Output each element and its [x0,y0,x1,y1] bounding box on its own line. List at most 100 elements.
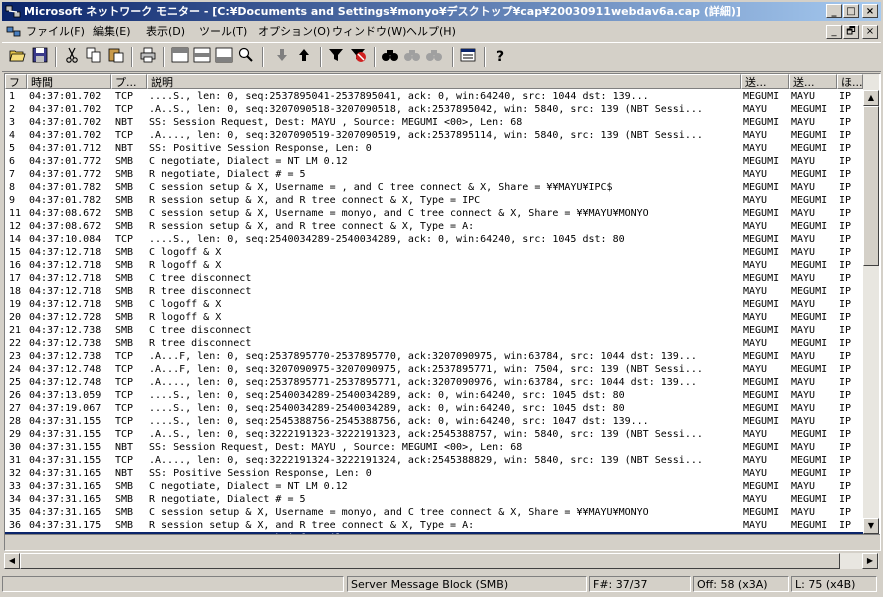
table-row[interactable]: 33 04:37:31.165 SMB C negotiate, Dialect = … [5,480,863,493]
menu-file[interactable]: ファイル(F) [26,22,85,41]
row-other-cell: IP [839,143,852,154]
table-row[interactable]: 16 04:37:12.718 SMB R logoff & X MAYU MEGUMI I… [5,259,863,272]
column-header-description[interactable]: 説明 [147,74,741,89]
minimize-button[interactable]: _ [826,4,842,18]
menu-help[interactable]: ヘルプ(H) [406,22,456,41]
row-frame-cell: 14 [9,234,22,245]
hscroll-thumb[interactable] [20,553,840,569]
title-bar[interactable]: Microsoft ネットワーク モニター - [C:¥Documents an… [2,2,881,21]
table-row[interactable]: 22 04:37:12.738 SMB R tree disconnect MAYU ME… [5,337,863,350]
row-time-cell: 04:37:12.718 [29,247,102,258]
menu-window[interactable]: ウィンドウ(W) [332,22,406,41]
column-header-frame[interactable]: フ [5,74,27,89]
row-src-cell: MEGUMI [743,325,780,336]
copy-icon[interactable] [84,47,104,67]
column-header-other[interactable]: ほ... [837,74,863,89]
hex-pane-icon[interactable] [214,47,234,67]
arrow-down-icon[interactable] [272,47,292,67]
column-header-protocol[interactable]: プ... [111,74,147,89]
mdi-close-button[interactable]: × [862,25,878,39]
cut-icon[interactable] [62,47,82,67]
save-icon[interactable] [30,47,50,67]
row-frame-cell: 26 [9,390,22,401]
maximize-button[interactable]: □ [843,4,859,18]
table-row[interactable]: 29 04:37:31.155 TCP .A..S., len: 0, seq:322… [5,428,863,441]
table-row[interactable]: 1 04:37:01.702 TCP ....S., len: 0, seq:2537… [5,90,863,103]
scroll-down-button[interactable]: ▼ [863,518,879,534]
document-icon[interactable] [6,24,22,39]
table-row[interactable]: 2 04:37:01.702 TCP .A..S., len: 0, seq:3207… [5,103,863,116]
table-row[interactable]: 24 04:37:12.748 TCP .A...F, len: 0, seq:320… [5,363,863,376]
row-dst-cell: MEGUMI [791,429,828,440]
table-row[interactable]: 35 04:37:31.165 SMB C session setup & X, Us… [5,506,863,519]
menu-edit[interactable]: 編集(E) [93,22,131,41]
table-row[interactable]: 30 04:37:31.155 NBT SS: Session Request, De… [5,441,863,454]
detail-pane-icon[interactable] [192,47,212,67]
table-row[interactable]: 28 04:37:31.155 TCP ....S., len: 0, seq:254… [5,415,863,428]
mdi-restore-button[interactable]: 🗗 [843,25,859,39]
table-row[interactable]: 3 04:37:01.702 NBT SS: Session Request, Des… [5,116,863,129]
row-protocol-cell: SMB [115,299,134,310]
table-row[interactable]: 26 04:37:13.059 TCP ....S., len: 0, seq:254… [5,389,863,402]
row-protocol-cell: TCP [115,416,134,427]
table-row[interactable]: 21 04:37:12.738 SMB C tree disconnect MEGUMI… [5,324,863,337]
table-row[interactable]: 31 04:37:31.155 TCP .A...., len: 0, seq:322… [5,454,863,467]
row-description-cell: .A...., len: 0, seq:3207090519-320709051… [149,130,703,141]
row-other-cell: IP [839,247,852,258]
zoom-icon[interactable] [236,47,256,67]
toolbar-separator [452,47,454,67]
table-row[interactable]: 6 04:37:01.772 SMB C negotiate, Dialect = N… [5,155,863,168]
menu-options[interactable]: オプション(O) [258,22,330,41]
table-row[interactable]: 7 04:37:01.772 SMB R negotiate, Dialect # =… [5,168,863,181]
filter-icon[interactable] [326,47,346,67]
column-header-dst-address[interactable]: 送... [789,74,837,89]
help-icon[interactable]: ? [490,47,510,67]
table-row[interactable]: 36 04:37:31.175 SMB R session setup & X, an… [5,519,863,532]
find-prev-icon[interactable] [402,47,422,67]
scroll-right-button[interactable]: ▶ [862,553,878,569]
table-row[interactable]: 15 04:37:12.718 SMB C logoff & X MEGUMI MAYU I… [5,246,863,259]
frame-list-pane[interactable]: フ 時間 プ... 説明 送... 送... ほ... 1 04:37:01.70… [4,73,881,551]
table-row[interactable]: 4 04:37:01.702 TCP .A...., len: 0, seq:3207… [5,129,863,142]
close-button[interactable]: × [862,4,878,18]
menu-tools[interactable]: ツール(T) [199,22,247,41]
summary-pane-icon[interactable] [170,47,190,67]
scroll-left-button[interactable]: ◀ [4,553,20,569]
table-row[interactable]: 20 04:37:12.728 SMB R logoff & X MAYU MEGUMI I… [5,311,863,324]
open-icon[interactable] [8,47,28,67]
table-row[interactable]: 23 04:37:12.738 TCP .A...F, len: 0, seq:253… [5,350,863,363]
row-time-cell: 04:37:31.165 [29,468,102,479]
netmon-app-icon[interactable] [5,4,21,19]
scroll-thumb[interactable] [863,106,879,266]
table-row[interactable]: 8 04:37:01.782 SMB C session setup & X, Use… [5,181,863,194]
vertical-scrollbar[interactable]: ▲ ▼ [863,74,879,534]
table-row[interactable]: 18 04:37:12.718 SMB R tree disconnect MAYU ME… [5,285,863,298]
column-header-src-address[interactable]: 送... [741,74,789,89]
print-icon[interactable] [138,47,158,67]
row-description-cell: SS: Session Request, Dest: MAYU , Source… [149,117,523,128]
arrow-up-icon[interactable] [294,47,314,67]
mdi-minimize-button[interactable]: _ [826,25,842,39]
pane-splitter[interactable] [5,534,880,550]
column-header-time[interactable]: 時間 [27,74,111,89]
horizontal-scrollbar[interactable]: ◀ ▶ [4,553,879,569]
table-row[interactable]: 5 04:37:01.712 NBT SS: Positive Session Res… [5,142,863,155]
paste-icon[interactable] [106,47,126,67]
row-frame-cell: 8 [9,182,16,193]
table-row[interactable]: 34 04:37:31.165 SMB R negotiate, Dialect # … [5,493,863,506]
table-row[interactable]: 27 04:37:19.067 TCP ....S., len: 0, seq:254… [5,402,863,415]
table-row[interactable]: 17 04:37:12.718 SMB C tree disconnect MEGUMI… [5,272,863,285]
scroll-up-button[interactable]: ▲ [863,90,879,106]
table-row[interactable]: 32 04:37:31.165 NBT SS: Positive Session Re… [5,467,863,480]
table-row[interactable]: 19 04:37:12.718 SMB C logoff & X MEGUMI MAYU I… [5,298,863,311]
find-next-icon[interactable] [424,47,444,67]
table-row[interactable]: 12 04:37:08.672 SMB R session setup & X, an… [5,220,863,233]
table-row[interactable]: 14 04:37:10.084 TCP ....S., len: 0, seq:254… [5,233,863,246]
disable-filter-icon[interactable] [348,47,368,67]
menu-view[interactable]: 表示(D) [146,22,185,41]
table-row[interactable]: 25 04:37:12.748 TCP .A...., len: 0, seq:253… [5,376,863,389]
table-row[interactable]: 9 04:37:01.782 SMB R session setup & X, and… [5,194,863,207]
table-row[interactable]: 11 04:37:08.672 SMB C session setup & X, Us… [5,207,863,220]
display-icon[interactable] [458,47,478,67]
find-icon[interactable] [380,47,400,67]
